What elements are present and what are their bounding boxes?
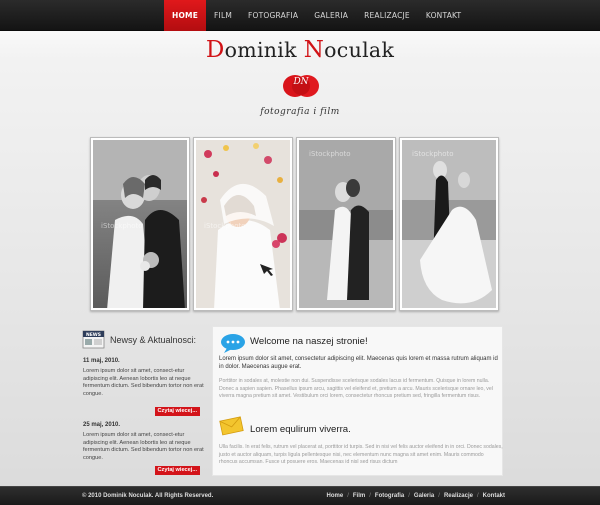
- section-body-text: Ulla facilis. In erat felis, rutrum vel …: [219, 444, 503, 466]
- nav-item-home[interactable]: HOME: [164, 0, 207, 31]
- welcome-content: Welcome na naszej stronie! Lorem ipsum d…: [212, 326, 503, 476]
- news-item: 25 maj, 2010. Lorem ipsum dolor sit amet…: [83, 422, 205, 462]
- title-last-name-rest: oculak: [324, 38, 395, 62]
- footer-nav: Home / Film / Fotografia / Galeria / Rea…: [327, 487, 505, 505]
- gallery-photo-3[interactable]: iStockphoto: [296, 137, 396, 311]
- photo-gallery: iStockphoto iStockphoto iStockphoto iSto…: [90, 137, 499, 311]
- footer: © 2010 Dominik Noculak. All Rights Reser…: [0, 486, 600, 505]
- footer-separator: /: [438, 493, 440, 499]
- news-item: 11 maj, 2010. Lorem ipsum dolor sit amet…: [83, 358, 205, 398]
- footer-separator: /: [476, 493, 479, 499]
- photo-image: iStockphoto: [93, 140, 187, 308]
- footer-separator: /: [347, 493, 349, 499]
- watermark-text: iStockphoto: [101, 222, 143, 230]
- footer-link-realizacje[interactable]: Realizacje: [444, 487, 473, 505]
- footer-link-galeria[interactable]: Galeria: [414, 487, 434, 505]
- read-more-button[interactable]: Czytaj wiecej...: [154, 466, 200, 475]
- nav-item-fotografia[interactable]: FOTOGRAFIA: [240, 0, 306, 31]
- nav-item-galeria[interactable]: GALERIA: [306, 0, 356, 31]
- watermark-text: iStockphoto: [204, 222, 246, 230]
- logo-text: DN: [292, 77, 309, 87]
- gallery-photo-4[interactable]: iStockphoto: [399, 137, 499, 311]
- footer-link-kontakt[interactable]: Kontakt: [483, 487, 505, 505]
- title-initial-n: N: [303, 37, 325, 63]
- section-heading: Lorem equlirum viverra.: [250, 424, 351, 435]
- footer-separator: /: [369, 493, 371, 499]
- welcome-body-text: Porttitor in sodales at, molestie non du…: [219, 378, 493, 400]
- nav-item-kontakt[interactable]: KONTAKT: [418, 0, 469, 31]
- main-nav: HOME FILM FOTOGRAFIA GALERIA REALIZACJE …: [164, 0, 469, 31]
- title-first-name-rest: ominik: [224, 38, 304, 62]
- watermark-text: iStockphoto: [412, 150, 454, 158]
- photo-image: iStockphoto: [402, 140, 496, 308]
- speech-bubble-icon: [221, 334, 245, 353]
- read-more-button[interactable]: Czytaj wiecej...: [154, 407, 200, 416]
- dn-logo-icon[interactable]: DN: [281, 70, 321, 100]
- footer-link-home[interactable]: Home: [327, 487, 344, 505]
- welcome-lead-text: Lorem ipsum dolor sit amet, consectetur …: [219, 356, 498, 370]
- watermark-text: iStockphoto: [309, 150, 351, 158]
- gallery-photo-2[interactable]: iStockphoto: [193, 137, 293, 311]
- welcome-heading: Welcome na naszej stronie!: [250, 336, 368, 347]
- newspaper-icon: NEWS: [82, 330, 105, 349]
- envelope-icon: [219, 416, 244, 436]
- photo-image: iStockphoto: [299, 140, 393, 308]
- title-initial-d: D: [205, 37, 225, 63]
- nav-item-film[interactable]: FILM: [206, 0, 240, 31]
- footer-separator: /: [408, 493, 410, 499]
- newspaper-icon-label: NEWS: [86, 332, 101, 338]
- site-title[interactable]: Dominik Noculak: [0, 37, 600, 63]
- news-text: Lorem ipsum dolor sit amet, consect-etur…: [83, 368, 204, 397]
- gallery-photo-1[interactable]: iStockphoto: [90, 137, 190, 311]
- tagline: fotografia i film: [260, 107, 340, 117]
- news-date: 25 maj, 2010.: [83, 422, 121, 428]
- top-navigation-bar: HOME FILM FOTOGRAFIA GALERIA REALIZACJE …: [0, 0, 600, 31]
- news-text: Lorem ipsum dolor sit amet, consect-etur…: [83, 432, 204, 461]
- nav-item-realizacje[interactable]: REALIZACJE: [356, 0, 418, 31]
- footer-link-film[interactable]: Film: [353, 487, 365, 505]
- photo-image: iStockphoto: [196, 140, 290, 308]
- news-heading: Newsy & Aktualnosci:: [110, 335, 197, 345]
- copyright-text: © 2010 Dominik Noculak. All Rights Reser…: [82, 493, 214, 499]
- news-date: 11 maj, 2010.: [83, 358, 120, 364]
- footer-link-fotografia[interactable]: Fotografia: [375, 487, 404, 505]
